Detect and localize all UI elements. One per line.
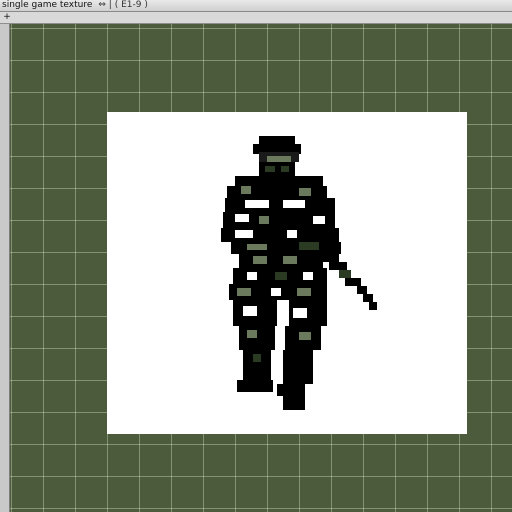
canvas-area[interactable] — [10, 24, 512, 512]
add-icon[interactable]: + — [2, 12, 12, 23]
window-meta: ⇔ | ( E1-9 ) — [98, 0, 148, 10]
toolbar: + — [0, 12, 512, 24]
window-titlebar[interactable]: single game texture ⇔ | ( E1-9 ) — [0, 0, 512, 12]
window-title: single game texture — [2, 0, 93, 10]
left-panel-strip — [0, 24, 10, 512]
texture-canvas[interactable] — [107, 112, 467, 434]
app-window: single game texture ⇔ | ( E1-9 ) + — [0, 0, 512, 512]
soldier-sprite — [221, 136, 377, 410]
